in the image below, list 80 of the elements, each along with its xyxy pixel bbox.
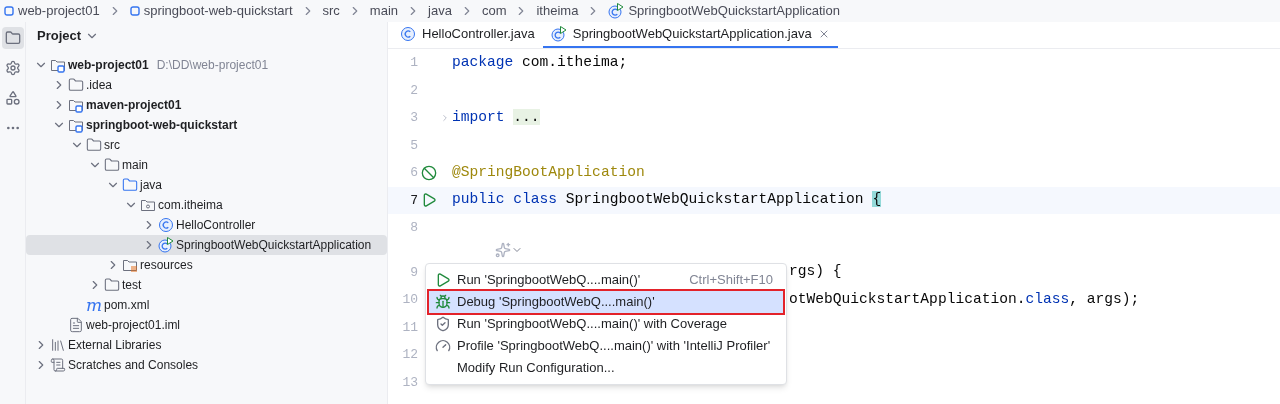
folder-icon: [104, 277, 120, 293]
debug-icon: [435, 294, 451, 310]
tree-label[interactable]: resources: [140, 256, 193, 274]
tree-label[interactable]: web-project01: [68, 56, 149, 74]
module-folder-icon: [68, 97, 84, 113]
tree-label[interactable]: pom.xml: [104, 296, 150, 314]
breadcrumb-item[interactable]: itheima: [536, 1, 579, 21]
module-folder-icon: [68, 117, 84, 133]
gauge-icon: [435, 338, 451, 354]
scratch-icon: [50, 357, 66, 373]
menu-item[interactable]: Run 'SpringbootWebQ....main()' with Coverage: [429, 313, 783, 335]
line-number: 8: [409, 219, 418, 237]
line-number: 1: [409, 54, 418, 72]
spring-class-icon: [550, 26, 567, 42]
code-text: @SpringBootApplication: [452, 162, 645, 182]
code-text: otWebQuickstartApplication.class, args);: [789, 289, 1140, 309]
tree-label[interactable]: SpringbootWebQuickstartApplication: [176, 236, 372, 254]
tree-label[interactable]: main: [122, 156, 148, 174]
line-number: 9: [409, 263, 418, 282]
class-icon: [400, 26, 416, 42]
coverage-icon: [435, 316, 451, 332]
library-icon: [50, 337, 66, 353]
run-icon: [435, 272, 451, 288]
module-icon: [4, 6, 14, 16]
breadcrumb-item[interactable]: web-project01: [18, 1, 100, 21]
breadcrumb-item[interactable]: springboot-web-quickstart: [143, 1, 293, 21]
spring-class-icon: [608, 3, 625, 19]
run-icon[interactable]: [421, 192, 437, 209]
menu-item[interactable]: Run 'SpringbootWebQ....main()' Ctrl+Shift+F10: [429, 269, 783, 291]
tree-label[interactable]: web-project01.iml: [86, 316, 181, 334]
breadcrumb-item[interactable]: com: [481, 1, 507, 21]
folder-icon: [86, 137, 102, 153]
breadcrumb-item[interactable]: SpringbootWebQuickstartApplication: [628, 1, 840, 21]
menu-item[interactable]: Modify Run Configuration...: [429, 357, 783, 379]
line-number: 10: [401, 291, 418, 309]
tree-label[interactable]: HelloController: [176, 216, 256, 234]
tree-label[interactable]: java: [140, 176, 162, 194]
code-text: public class SpringbootWebQuickstartApplication {: [452, 190, 882, 210]
tree-label[interactable]: .idea: [86, 76, 113, 94]
tree-label[interactable]: com.itheima: [158, 196, 223, 214]
line-number: 3: [409, 109, 418, 127]
editor-tab[interactable]: HelloController.java: [392, 22, 543, 48]
tree-label[interactable]: springboot-web-quickstart: [86, 116, 238, 134]
code-text: package com.itheima;: [452, 52, 628, 72]
line-number: 2: [409, 81, 418, 100]
no-entry-icon[interactable]: [421, 164, 437, 181]
line-number: 11: [401, 318, 418, 337]
tree-label[interactable]: External Libraries: [68, 336, 162, 354]
file-icon: [68, 317, 84, 333]
line-number: 12: [401, 346, 418, 364]
shortcut-text: Ctrl+Shift+F10: [689, 271, 774, 290]
tree-path: D:\DD\web-project01: [156, 57, 269, 74]
tree-label[interactable]: src: [104, 136, 120, 154]
class-icon: [158, 217, 174, 233]
line-number: 7: [409, 191, 418, 210]
resources-folder-icon: [122, 257, 138, 273]
folder-icon: [104, 157, 120, 173]
breadcrumb-item[interactable]: src: [322, 1, 340, 21]
module-icon: [129, 6, 140, 16]
line-number: 5: [409, 136, 418, 155]
tree-label[interactable]: maven-project01: [86, 96, 182, 114]
spring-class-icon: [158, 237, 174, 253]
selected-tree-row[interactable]: SpringbootWebQuickstartApplication: [26, 235, 387, 255]
code-text: import ...: [452, 107, 540, 127]
panel-title[interactable]: Project: [37, 26, 82, 46]
tree-label[interactable]: Scratches and Consoles: [68, 356, 199, 374]
module-folder-icon: [50, 57, 66, 73]
menu-item[interactable]: Profile 'SpringbootWebQ....main()' with 'IntelliJ Profiler': [429, 335, 783, 357]
breadcrumb-item[interactable]: main: [369, 1, 399, 21]
menu-item[interactable]: Debug 'SpringbootWebQ....main()': [429, 291, 783, 313]
code-text: rgs) {: [789, 262, 842, 282]
breadcrumb-item[interactable]: java: [428, 1, 452, 21]
editor-tab[interactable]: SpringbootWebQuickstartApplication.java: [542, 22, 838, 48]
package-folder-icon: [140, 197, 156, 213]
line-number: 13: [401, 373, 418, 392]
tree-label[interactable]: test: [122, 276, 142, 294]
maven-icon: m: [86, 296, 102, 314]
folder-icon: [122, 177, 138, 193]
folder-icon: [68, 77, 84, 93]
line-number: 6: [409, 164, 418, 182]
